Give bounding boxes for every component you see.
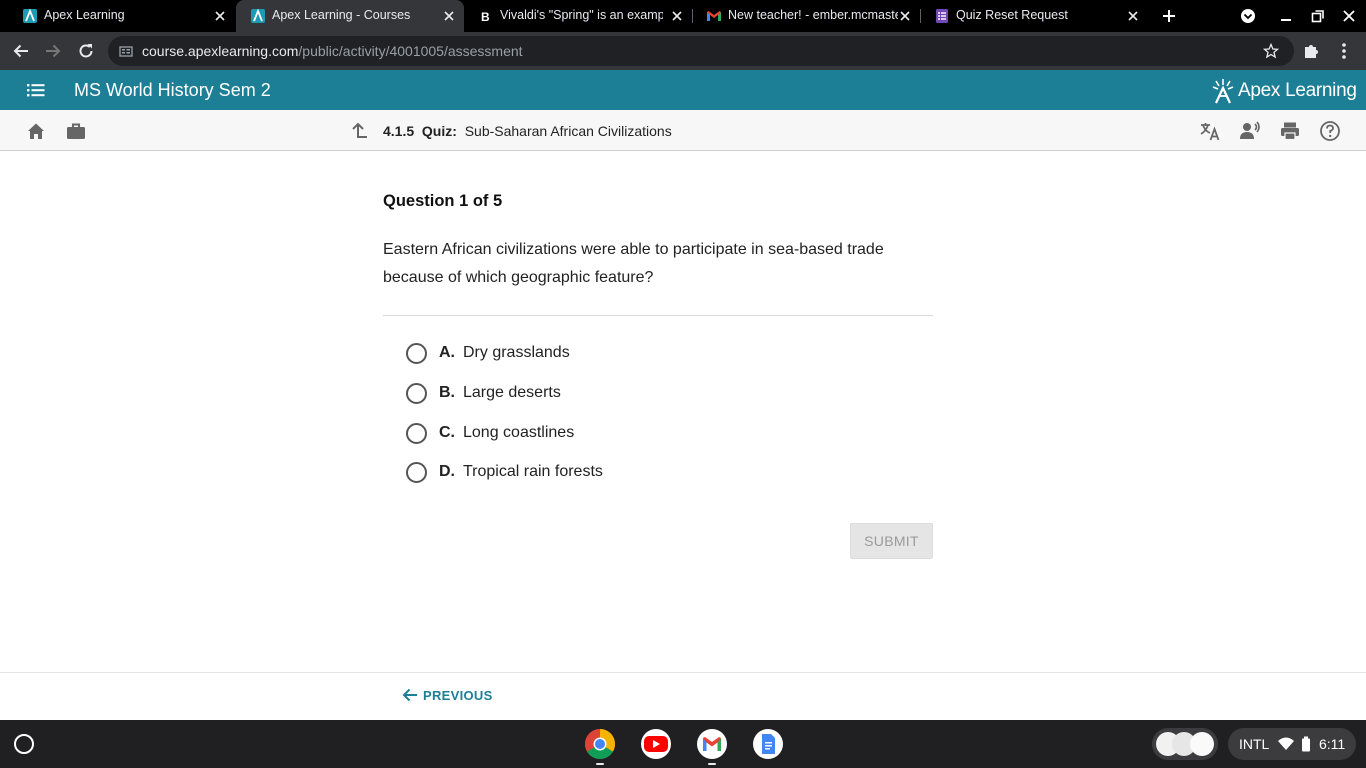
divider: [383, 315, 933, 316]
tab-title: Quiz Reset Request: [956, 8, 1068, 22]
radio-button[interactable]: [406, 422, 427, 444]
print-icon[interactable]: [1279, 120, 1301, 142]
running-indicator: [708, 763, 716, 765]
url-path: /public/activity/4001005/assessment: [298, 43, 523, 59]
tab-title: New teacher! - ember.mcmaste: [728, 8, 898, 22]
url-domain: course.apexlearning.com: [142, 43, 299, 59]
answer-option-b[interactable]: B. Large deserts: [406, 381, 561, 405]
option-text: Large deserts: [463, 384, 561, 401]
thumbnail: [1190, 732, 1214, 756]
arrow-left-icon: [402, 688, 417, 702]
minimize-icon[interactable]: [1278, 8, 1294, 24]
radio-button[interactable]: [406, 342, 427, 364]
wifi-icon: [1278, 737, 1294, 750]
help-icon[interactable]: [1319, 120, 1341, 142]
up-level-icon[interactable]: [347, 120, 369, 142]
option-text: Dry grasslands: [463, 344, 570, 361]
close-window-icon[interactable]: [1341, 8, 1357, 24]
new-tab-icon[interactable]: [1161, 8, 1177, 24]
tab-title: Apex Learning - Courses: [272, 8, 411, 22]
svg-text:B: B: [481, 10, 490, 24]
tab-title: Vivaldi's "Spring" is an exampl: [500, 8, 663, 22]
tab-title: Apex Learning: [44, 8, 125, 22]
briefcase-icon[interactable]: [65, 120, 87, 142]
activity-bar: 4.1.5 Quiz: Sub-Saharan African Civiliza…: [0, 110, 1366, 151]
course-title: MS World History Sem 2: [74, 80, 271, 100]
apex-logo[interactable]: Apex Learning: [1212, 78, 1357, 104]
browser-toolbar: course.apexlearning.com/public/activity/…: [0, 32, 1366, 70]
tab-search-icon[interactable]: [1240, 8, 1256, 24]
site-info-icon[interactable]: [119, 44, 133, 58]
activity-number: 4.1.5: [383, 123, 415, 139]
gmail-icon[interactable]: [696, 728, 728, 760]
extensions-icon[interactable]: [1302, 41, 1322, 61]
answer-option-a[interactable]: A. Dry grasslands: [406, 341, 570, 365]
tab-apex-learning-courses[interactable]: Apex Learning - Courses: [236, 0, 464, 32]
answer-option-c[interactable]: C. Long coastlines: [406, 421, 574, 445]
apex-favicon: [251, 8, 265, 23]
option-letter: A.: [439, 344, 455, 361]
translate-icon[interactable]: [1199, 120, 1221, 142]
activity-title: Sub-Saharan African Civilizations: [464, 123, 672, 139]
status-tray[interactable]: INTL 6:11: [1228, 728, 1356, 760]
bookmark-star-icon[interactable]: [1263, 43, 1279, 59]
close-icon[interactable]: [670, 9, 684, 23]
close-icon[interactable]: [442, 9, 456, 23]
submit-button[interactable]: SUBMIT: [850, 523, 933, 559]
tab-quiz-reset-request[interactable]: Quiz Reset Request: [920, 0, 1148, 32]
back-icon[interactable]: [11, 41, 31, 61]
option-text: Tropical rain forests: [463, 463, 603, 480]
previous-button[interactable]: PREVIOUS: [402, 687, 493, 703]
clock: 6:11: [1319, 736, 1346, 752]
apex-logo-icon: [1212, 79, 1234, 104]
breadcrumb: 4.1.5 Quiz: Sub-Saharan African Civiliza…: [383, 123, 672, 139]
reload-icon[interactable]: [76, 41, 96, 61]
browser-tab-strip: Apex Learning Apex Learning - Courses B …: [0, 0, 1366, 32]
restore-icon[interactable]: [1310, 8, 1326, 24]
question-text: Eastern African civilizations were able …: [383, 241, 884, 286]
option-text: Long coastlines: [463, 424, 575, 441]
holding-space-tray[interactable]: [1152, 728, 1218, 760]
chrome-icon[interactable]: [584, 728, 616, 760]
launcher-icon[interactable]: [14, 734, 34, 754]
course-header: MS World History Sem 2 Apex Learning: [0, 70, 1366, 110]
tab-apex-learning[interactable]: Apex Learning: [8, 0, 236, 32]
close-icon[interactable]: [213, 9, 227, 23]
apex-favicon: [23, 8, 37, 23]
address-bar[interactable]: course.apexlearning.com/public/activity/…: [108, 36, 1294, 66]
running-indicator: [596, 763, 604, 765]
course-menu-icon[interactable]: [26, 80, 46, 100]
docs-icon[interactable]: [752, 728, 784, 760]
question-header: Question 1 of 5: [383, 192, 503, 210]
url-text: course.apexlearning.com/public/activity/…: [142, 43, 523, 59]
option-letter: C.: [439, 424, 455, 441]
forms-favicon: [936, 9, 948, 23]
option-letter: B.: [439, 384, 455, 401]
close-icon[interactable]: [1126, 9, 1140, 23]
gmail-favicon: [707, 11, 721, 21]
read-aloud-icon[interactable]: [1239, 120, 1261, 142]
brainly-favicon: B: [481, 10, 490, 24]
apex-logo-text: Apex Learning: [1238, 80, 1357, 101]
browser-menu-icon[interactable]: [1334, 41, 1354, 61]
home-icon[interactable]: [25, 120, 47, 142]
radio-button[interactable]: [406, 382, 427, 404]
forward-icon[interactable]: [43, 41, 63, 61]
activity-type: Quiz:: [421, 123, 457, 139]
youtube-icon[interactable]: [640, 728, 672, 760]
activity-footer: PREVIOUS: [0, 672, 1366, 720]
tab-gmail[interactable]: New teacher! - ember.mcmaste: [692, 0, 920, 32]
battery-icon: [1302, 736, 1310, 752]
ime-indicator: INTL: [1239, 736, 1270, 752]
answer-option-d[interactable]: D. Tropical rain forests: [406, 460, 603, 484]
radio-button[interactable]: [406, 461, 427, 483]
close-icon[interactable]: [898, 9, 912, 23]
option-letter: D.: [439, 463, 455, 480]
previous-label: PREVIOUS: [423, 687, 493, 703]
os-shelf: INTL 6:11: [0, 720, 1366, 768]
tab-brainly[interactable]: B Vivaldi's "Spring" is an exampl: [464, 0, 692, 32]
